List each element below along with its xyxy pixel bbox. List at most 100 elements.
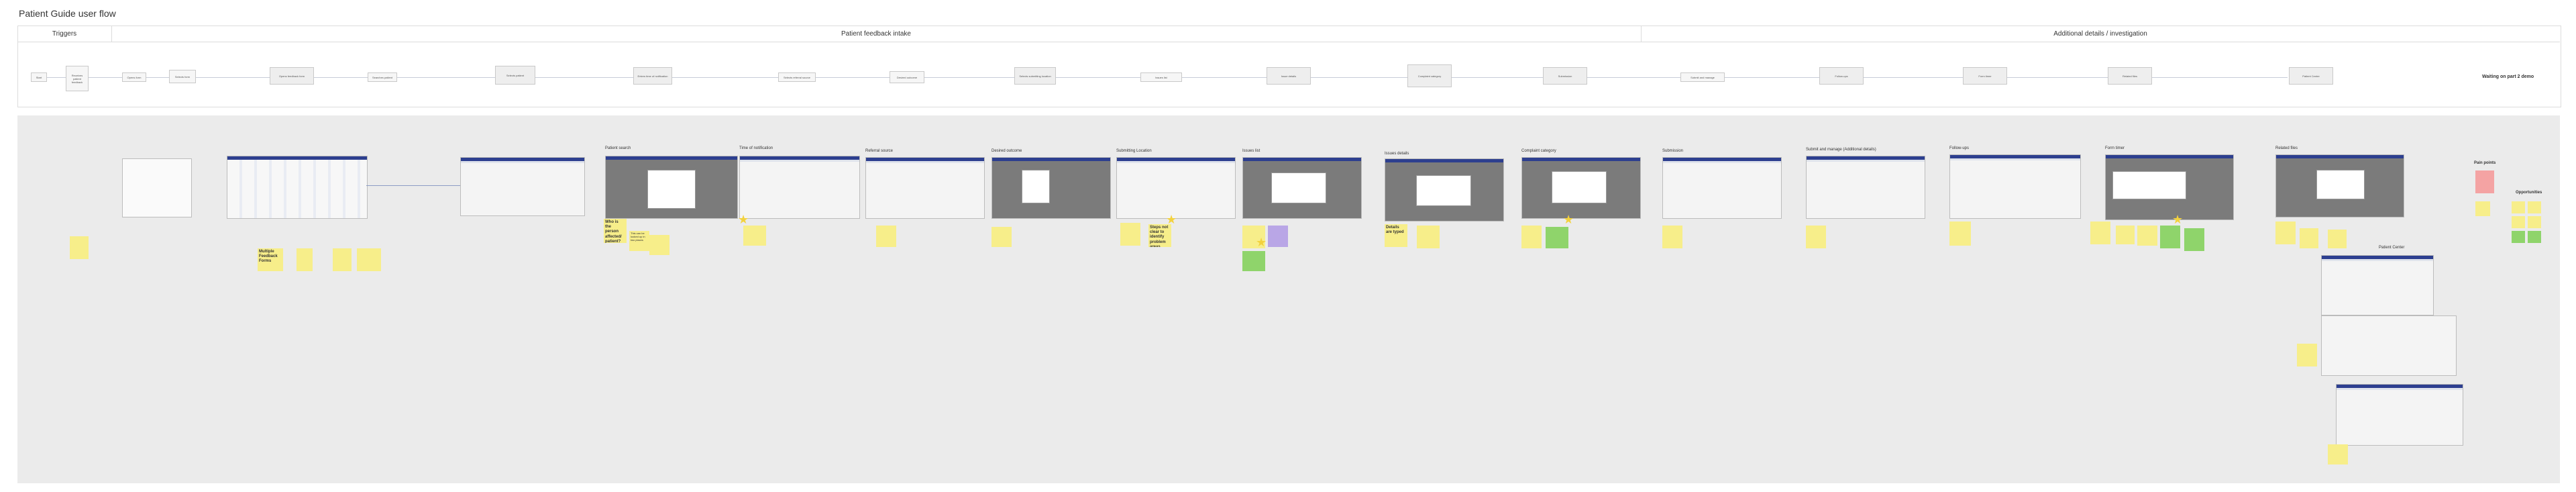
modal bbox=[2316, 170, 2365, 199]
flow-node: Receives patient feedback bbox=[66, 66, 89, 91]
sticky-note bbox=[357, 248, 381, 271]
star-icon: ★ bbox=[2172, 213, 2184, 226]
sticky-note bbox=[743, 226, 766, 246]
star-icon: ★ bbox=[1563, 213, 1574, 226]
screen-label: Desired outcome bbox=[991, 149, 1022, 153]
flow-node: Patient Center bbox=[2289, 67, 2333, 85]
sticky-note-green bbox=[2184, 228, 2204, 251]
screenshot-time-notification bbox=[739, 156, 860, 219]
flow-node: Opens feedback form bbox=[270, 67, 314, 85]
sticky-note-pink bbox=[2475, 170, 2494, 193]
screenshot-submitting-location bbox=[1116, 157, 1236, 219]
screen-label: Related files bbox=[2275, 146, 2298, 150]
page-title: Patient Guide user flow bbox=[19, 8, 116, 19]
sticky-note bbox=[2297, 344, 2317, 366]
sticky-note bbox=[1662, 226, 1682, 248]
flow-node: Selects referral source bbox=[778, 72, 816, 82]
sticky-note bbox=[2328, 444, 2348, 464]
sticky-note bbox=[2512, 201, 2525, 213]
flow-node: Issues list bbox=[1140, 72, 1182, 82]
flow-node: Issue details bbox=[1267, 67, 1311, 85]
sticky-note bbox=[1806, 226, 1826, 248]
pain-points-title: Pain points bbox=[2474, 161, 2496, 165]
sticky-note bbox=[2528, 216, 2541, 228]
sticky-note bbox=[70, 236, 89, 259]
modal bbox=[2112, 171, 2186, 199]
flow-node: Related files bbox=[2108, 67, 2152, 85]
screenshot-issues-list bbox=[1242, 157, 1362, 219]
screenshot-desired-outcome bbox=[991, 157, 1111, 219]
modal bbox=[1271, 173, 1326, 203]
sticky-note-multiple-forms: Multiple Feedback Forms bbox=[258, 248, 283, 271]
screenshot-referral-source bbox=[865, 157, 985, 219]
flow-node: Searches patient bbox=[368, 72, 397, 82]
modal bbox=[647, 170, 696, 209]
sticky-note-details-typed: Details are typed bbox=[1385, 224, 1407, 247]
sticky-note-steps: Steps not clear to identify problem area… bbox=[1148, 224, 1171, 247]
flow-node: Opens form bbox=[122, 72, 146, 82]
flow-node: Selects form bbox=[169, 70, 196, 83]
sticky-note bbox=[297, 248, 313, 271]
opportunities-title: Opportunities bbox=[2516, 191, 2542, 195]
flow-node: Desired outcome bbox=[890, 71, 924, 83]
sticky-note bbox=[2300, 228, 2318, 248]
screenshot-patient-center-2 bbox=[2321, 315, 2457, 376]
sticky-note-green bbox=[2512, 231, 2525, 243]
screen-label: Issues details bbox=[1385, 152, 1409, 156]
flow-node-start: Start bbox=[31, 72, 47, 82]
flow-node: Complaint category bbox=[1407, 64, 1452, 87]
sticky-note-green bbox=[1546, 227, 1568, 248]
flow-node: Enters time of notification bbox=[633, 67, 672, 85]
sticky-note-who-affected: Who is the person affected/ patient? bbox=[604, 219, 627, 243]
flow-node: Selects submitting location bbox=[1014, 67, 1056, 85]
sticky-note bbox=[876, 226, 896, 247]
sticky-note-green bbox=[2528, 231, 2541, 243]
sticky-note-lookup: This can be looked up in two places bbox=[629, 231, 649, 251]
connector bbox=[366, 185, 460, 186]
sticky-note bbox=[1949, 222, 1971, 246]
flow-node: Submission bbox=[1543, 67, 1587, 85]
sticky-note bbox=[1120, 223, 1140, 246]
section-additional-details: Additional details / investigation bbox=[1641, 26, 2560, 42]
star-icon: ★ bbox=[1256, 236, 1267, 249]
screenshot-submit-manage bbox=[1806, 156, 1925, 219]
screenshot-start-page bbox=[122, 158, 192, 217]
section-patient-feedback-intake: Patient feedback intake bbox=[111, 26, 1642, 42]
sticky-note bbox=[1417, 226, 1440, 248]
star-icon: ★ bbox=[738, 213, 749, 226]
modal bbox=[1552, 171, 1607, 203]
sticky-note-purple bbox=[1268, 226, 1288, 247]
screen-label: Submit and manage (Additional details) bbox=[1806, 148, 1876, 152]
sticky-note bbox=[2328, 230, 2347, 248]
sticky-note bbox=[333, 248, 352, 271]
screenshot-feedback-forms bbox=[227, 156, 368, 219]
screen-label: Submitting Location bbox=[1116, 149, 1152, 153]
waiting-note: Waiting on part 2 demo bbox=[2482, 75, 2534, 79]
sticky-note-green bbox=[1242, 251, 1265, 271]
sticky-note bbox=[649, 235, 669, 255]
screen-label: Patient Center bbox=[2379, 246, 2405, 250]
flow-node: Follow-ups bbox=[1819, 67, 1864, 85]
screenshot-submission bbox=[1662, 157, 1782, 219]
screen-label: Patient search bbox=[605, 146, 631, 150]
section-triggers: Triggers bbox=[17, 26, 112, 42]
screenshot-follow-ups bbox=[1949, 154, 2081, 219]
screenshot-issue-details bbox=[1385, 158, 1504, 222]
sticky-note bbox=[2090, 222, 2110, 244]
screen-label: Complaint category bbox=[1521, 149, 1556, 153]
screenshot-patient-center-3 bbox=[2336, 384, 2463, 446]
sticky-note bbox=[2528, 201, 2541, 213]
flow-node: Submit and manage bbox=[1680, 72, 1725, 82]
flow-node: Form timer bbox=[1963, 67, 2007, 85]
screen-label: Referral source bbox=[865, 149, 894, 153]
screen-label: Follow-ups bbox=[1949, 146, 1970, 150]
screenshot-patient-center-1 bbox=[2321, 255, 2434, 315]
modal bbox=[1022, 170, 1050, 203]
sticky-note bbox=[1521, 226, 1542, 248]
modal bbox=[1416, 175, 1471, 206]
screen-label: Submission bbox=[1662, 149, 1684, 153]
sticky-note bbox=[991, 227, 1012, 247]
screenshot-form-timer bbox=[2105, 154, 2234, 220]
screen-label: Form timer bbox=[2105, 146, 2125, 150]
sticky-note bbox=[2512, 216, 2525, 228]
